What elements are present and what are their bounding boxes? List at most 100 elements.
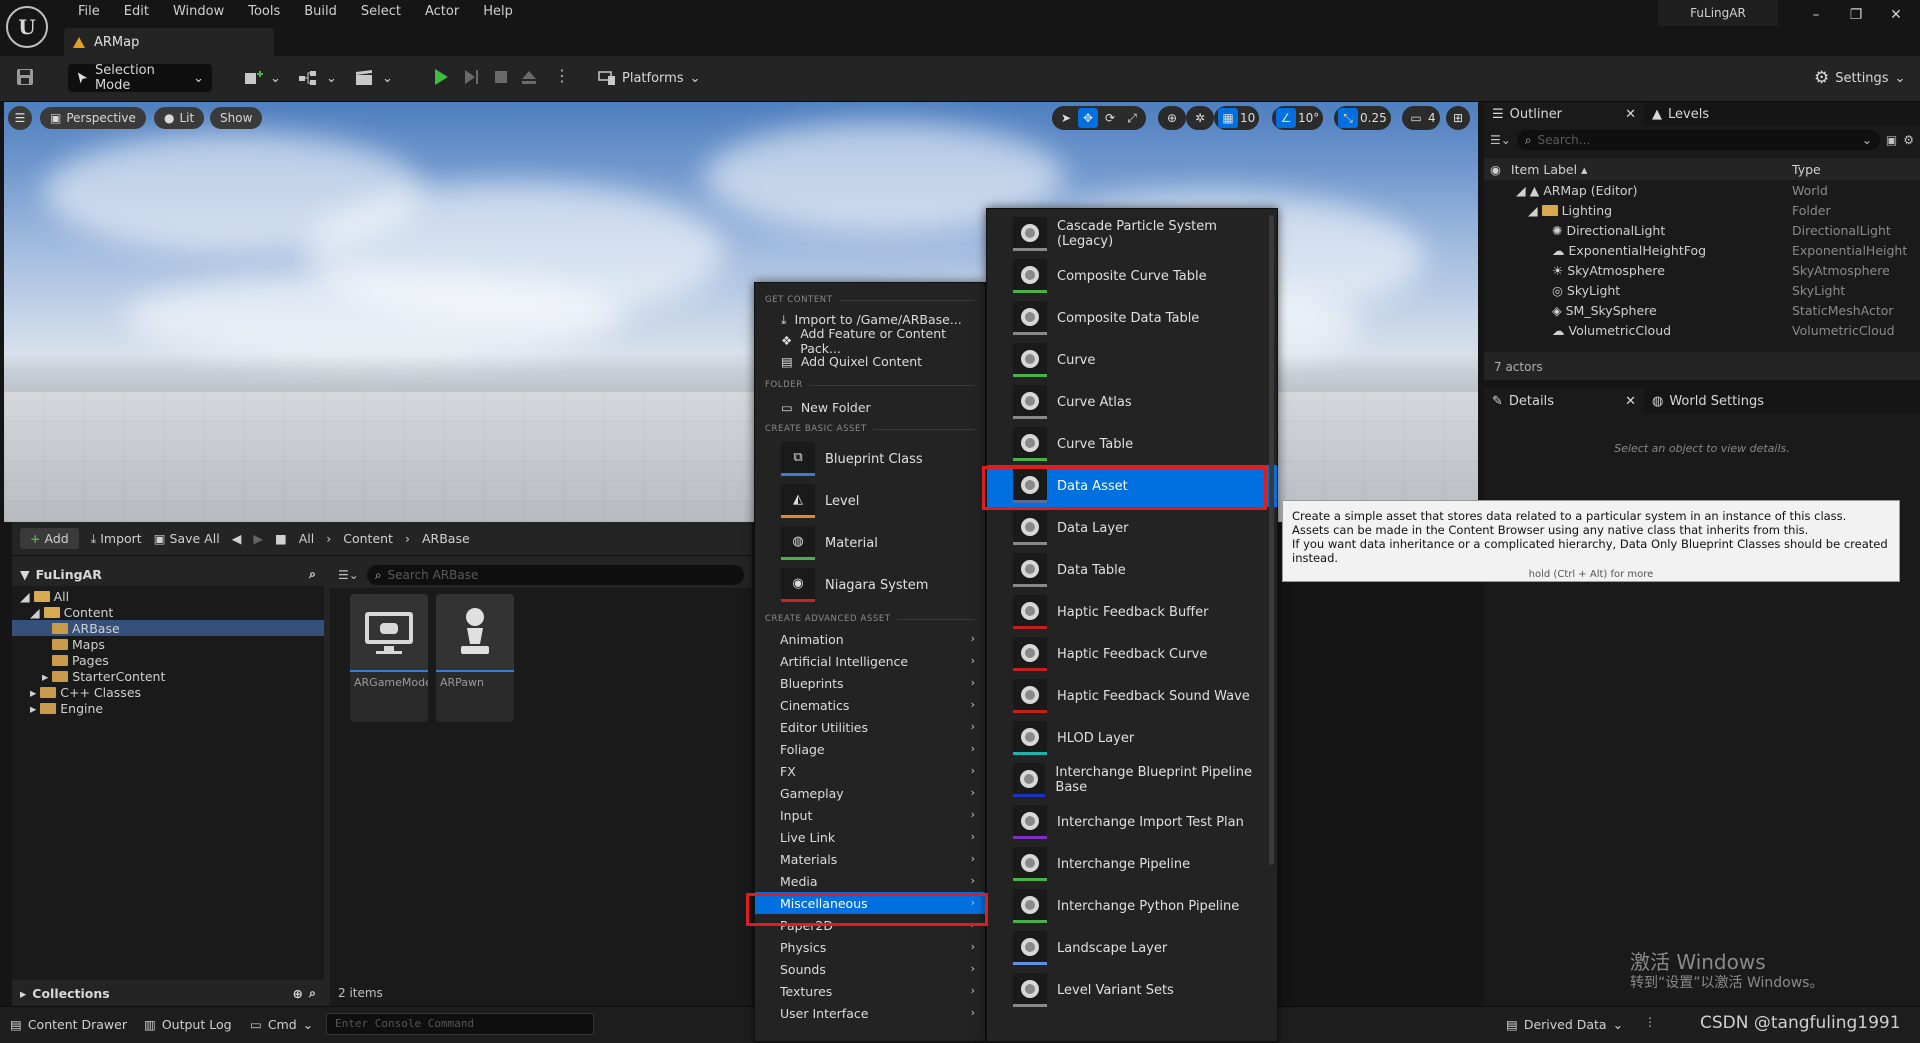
column-type[interactable]: Type bbox=[1792, 162, 1821, 177]
play-icon[interactable] bbox=[432, 68, 450, 86]
menu-tools[interactable]: Tools bbox=[236, 4, 292, 20]
tree-item-content[interactable]: ◢ Content bbox=[12, 604, 324, 620]
output-log-button[interactable]: ▥ Output Log bbox=[144, 1017, 232, 1032]
tree-item-maps[interactable]: Maps bbox=[12, 636, 324, 652]
unreal-logo-icon[interactable]: U bbox=[6, 6, 48, 48]
back-icon[interactable]: ◀ bbox=[232, 531, 242, 546]
gear-icon[interactable]: ⚙ bbox=[1903, 133, 1914, 147]
select-tool-icon[interactable]: ➤ bbox=[1056, 108, 1076, 128]
submenu-item-data-asset[interactable]: Data Asset bbox=[987, 465, 1277, 507]
search-icon[interactable]: ⌕ bbox=[309, 566, 316, 582]
restore-icon[interactable]: ❐ bbox=[1836, 4, 1876, 26]
scale-snap-control[interactable]: ⤡ 0.25 bbox=[1334, 106, 1391, 130]
asset-tile[interactable]: ARPawn bbox=[436, 594, 514, 722]
category-input[interactable]: Input › bbox=[755, 804, 985, 826]
category-gameplay[interactable]: Gameplay › bbox=[755, 782, 985, 804]
camera-speed-control[interactable]: ▭ 4 bbox=[1402, 106, 1440, 130]
tab-outliner[interactable]: ☰ Outliner ✕ bbox=[1484, 102, 1644, 126]
category-blueprints[interactable]: Blueprints › bbox=[755, 672, 985, 694]
close-window-icon[interactable]: ✕ bbox=[1876, 4, 1916, 26]
menu-help[interactable]: Help bbox=[471, 4, 525, 20]
add-actor-button[interactable]: ⌄ bbox=[244, 64, 281, 92]
asset-tile[interactable]: ARGameMode bbox=[350, 594, 428, 722]
source-control-icon[interactable]: ⋮ bbox=[1644, 1015, 1656, 1029]
submenu-item-curve-atlas[interactable]: Curve Atlas bbox=[987, 381, 1277, 423]
content-drawer-button[interactable]: ▤ Content Drawer bbox=[10, 1017, 127, 1032]
category-artificial-intelligence[interactable]: Artificial Intelligence › bbox=[755, 650, 985, 672]
outliner-row[interactable]: ☀ SkyAtmosphere SkyAtmosphere bbox=[1484, 260, 1920, 280]
expand-icon[interactable]: ▸ bbox=[20, 986, 26, 1001]
category-sounds[interactable]: Sounds › bbox=[755, 958, 985, 980]
tree-item-startercontent[interactable]: ▸ StarterContent bbox=[12, 668, 324, 684]
category-user-interface[interactable]: User Interface › bbox=[755, 1002, 985, 1024]
eject-icon[interactable] bbox=[520, 68, 538, 86]
asset-search-input[interactable]: ⌕ Search ARBase bbox=[366, 565, 744, 585]
world-local-toggle[interactable]: ⊕ bbox=[1158, 106, 1186, 130]
platforms-button[interactable]: Platforms ⌄ bbox=[598, 64, 701, 92]
cinematics-button[interactable]: ⌄ bbox=[354, 64, 393, 92]
submenu-item-composite-curve-table[interactable]: Composite Curve Table bbox=[987, 255, 1277, 297]
menu-item-new-folder[interactable]: ▭ New Folder bbox=[755, 394, 985, 420]
category-cinematics[interactable]: Cinematics › bbox=[755, 694, 985, 716]
more-options-icon[interactable]: ⋮ bbox=[554, 66, 570, 85]
collections-label[interactable]: Collections bbox=[32, 986, 109, 1001]
add-collection-icon[interactable]: ⊕ bbox=[293, 986, 303, 1001]
filter-icon[interactable]: ☰⌄ bbox=[338, 568, 359, 582]
menu-window[interactable]: Window bbox=[161, 4, 236, 20]
derived-data-button[interactable]: ▤ Derived Data ⌄ bbox=[1506, 1017, 1623, 1032]
category-live-link[interactable]: Live Link › bbox=[755, 826, 985, 848]
settings-button[interactable]: ⚙ Settings ⌄ bbox=[1814, 64, 1905, 92]
category-paper2d[interactable]: Paper2D › bbox=[755, 914, 985, 936]
submenu-item-curve-table[interactable]: Curve Table bbox=[987, 423, 1277, 465]
tree-item-all[interactable]: ◢ All bbox=[12, 588, 324, 604]
menu-actor[interactable]: Actor bbox=[413, 4, 471, 20]
submenu-item-data-layer[interactable]: Data Layer bbox=[987, 507, 1277, 549]
category-fx[interactable]: FX › bbox=[755, 760, 985, 782]
menu-item-niagara-system[interactable]: ◉ Niagara System bbox=[755, 564, 985, 606]
tab-levels[interactable]: ▲ Levels bbox=[1644, 102, 1717, 126]
category-animation[interactable]: Animation › bbox=[755, 628, 985, 650]
submenu-item-composite-data-table[interactable]: Composite Data Table bbox=[987, 297, 1277, 339]
cmd-dropdown[interactable]: ▭ Cmd ⌄ bbox=[250, 1017, 313, 1032]
submenu-item-haptic-feedback-buffer[interactable]: Haptic Feedback Buffer bbox=[987, 591, 1277, 633]
document-tab[interactable]: ARMap bbox=[64, 28, 274, 56]
submenu-item-interchange-import-test-plan[interactable]: Interchange Import Test Plan bbox=[987, 801, 1277, 843]
console-command-input[interactable]: Enter Console Command bbox=[326, 1013, 594, 1035]
stop-icon[interactable] bbox=[492, 68, 510, 86]
submenu-item-interchange-pipeline[interactable]: Interchange Pipeline bbox=[987, 843, 1277, 885]
category-textures[interactable]: Textures › bbox=[755, 980, 985, 1002]
category-foliage[interactable]: Foliage › bbox=[755, 738, 985, 760]
outliner-search-input[interactable]: ⌕ Search... ⌄ bbox=[1516, 130, 1880, 150]
category-editor-utilities[interactable]: Editor Utilities › bbox=[755, 716, 985, 738]
eye-icon[interactable]: ◉ bbox=[1490, 162, 1501, 177]
outliner-row[interactable]: ◎ SkyLight SkyLight bbox=[1484, 280, 1920, 300]
submenu-item-interchange-python-pipeline[interactable]: Interchange Python Pipeline bbox=[987, 885, 1277, 927]
outliner-row[interactable]: ✺ DirectionalLight DirectionalLight bbox=[1484, 220, 1920, 240]
folder-icon[interactable]: ■ bbox=[275, 531, 287, 546]
close-icon[interactable]: ✕ bbox=[1625, 394, 1636, 409]
submenu-item-landscape-layer[interactable]: Landscape Layer bbox=[987, 927, 1277, 969]
submenu-item-cascade-particle-system-legacy-[interactable]: Cascade Particle System (Legacy) bbox=[987, 213, 1277, 255]
submenu-item-level-variant-sets[interactable]: Level Variant Sets bbox=[987, 969, 1277, 1011]
grid-snap-control[interactable]: ▦ 10 bbox=[1214, 106, 1260, 130]
submenu-item-interchange-blueprint-pipeline-base[interactable]: Interchange Blueprint Pipeline Base bbox=[987, 759, 1277, 801]
add-folder-icon[interactable]: ▣ bbox=[1886, 133, 1897, 147]
submenu-item-hlod-layer[interactable]: HLOD Layer bbox=[987, 717, 1277, 759]
category-physics[interactable]: Physics › bbox=[755, 936, 985, 958]
outliner-row[interactable]: ☁ ExponentialHeightFog ExponentialHeight bbox=[1484, 240, 1920, 260]
collapse-icon[interactable]: ▼ bbox=[20, 567, 30, 582]
menu-item-material[interactable]: ◍ Material bbox=[755, 522, 985, 564]
menu-edit[interactable]: Edit bbox=[112, 4, 161, 20]
step-icon[interactable] bbox=[462, 68, 480, 86]
tree-item-arbase[interactable]: ARBase bbox=[12, 620, 324, 636]
column-item-label[interactable]: Item Label bbox=[1511, 162, 1577, 177]
blueprints-button[interactable]: ⌄ bbox=[298, 64, 337, 92]
save-all-button[interactable]: ▣ Save All bbox=[154, 531, 220, 546]
submenu-item-haptic-feedback-curve[interactable]: Haptic Feedback Curve bbox=[987, 633, 1277, 675]
add-button[interactable]: + Add bbox=[20, 528, 79, 549]
menu-item-blueprint-class[interactable]: ⧉ Blueprint Class bbox=[755, 438, 985, 480]
submenu-item-curve[interactable]: Curve bbox=[987, 339, 1277, 381]
menu-file[interactable]: File bbox=[66, 4, 112, 20]
outliner-row[interactable]: ☁ VolumetricCloud VolumetricCloud bbox=[1484, 320, 1920, 340]
tab-details[interactable]: ✎ Details ✕ bbox=[1484, 388, 1644, 414]
